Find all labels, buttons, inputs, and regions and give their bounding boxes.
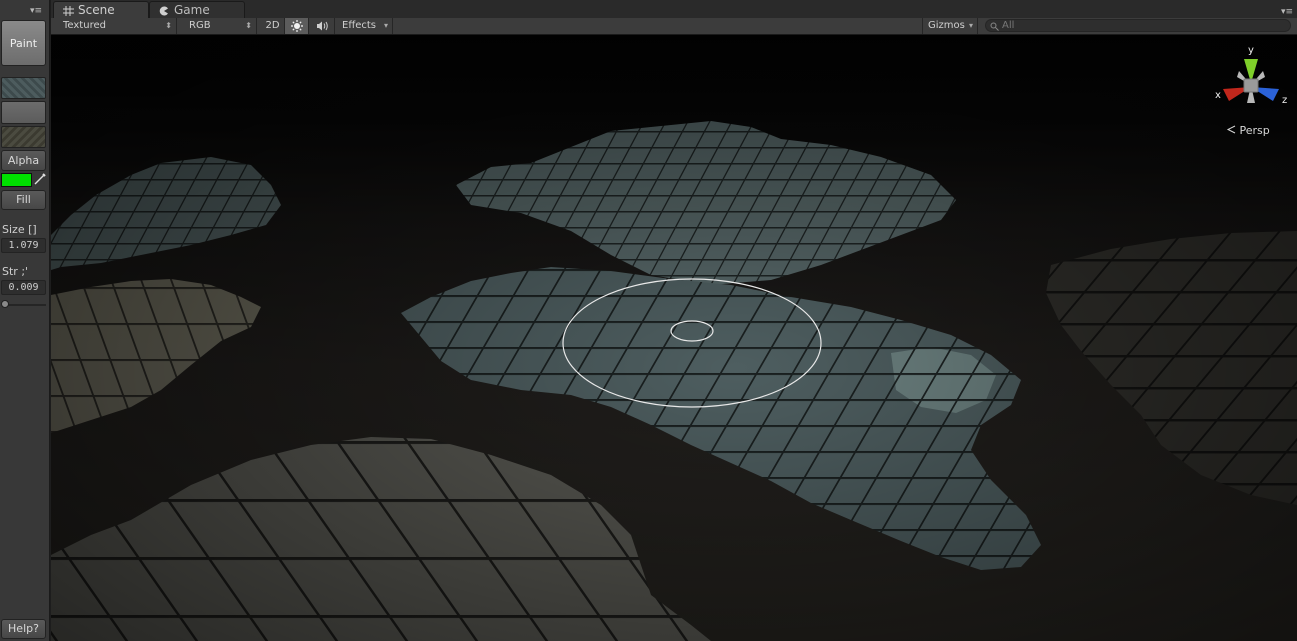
tab-bar: Scene Game ▾≡ (51, 0, 1297, 19)
spinner-arrow-icon: ⬍ (165, 21, 172, 30)
gizmos-dropdown[interactable]: Gizmos ▾ (922, 18, 978, 34)
grid-icon (63, 6, 74, 16)
projection-toggle[interactable]: Persp (1226, 124, 1270, 137)
pacman-icon (159, 6, 168, 16)
tab-game-label: Game (174, 3, 210, 17)
tab-scene[interactable]: Scene (53, 1, 149, 19)
search-icon (990, 22, 999, 31)
search-placeholder: All (1002, 20, 1015, 31)
effects-dropdown[interactable]: Effects ▾ (335, 18, 393, 34)
brush-strength-label: Str ;' (2, 265, 29, 278)
terrain-paint-panel: ▾≡ Paint Alpha Fill Size [] 1.079 Str ;'… (0, 0, 50, 641)
projection-label: Persp (1239, 124, 1270, 137)
brush-strength-field[interactable]: 0.009 (1, 280, 46, 295)
strength-slider-thumb[interactable] (1, 300, 9, 308)
texture-swatch-2[interactable] (1, 101, 46, 124)
speaker-icon (317, 21, 328, 31)
texture-swatch-1[interactable] (1, 77, 46, 99)
render-mode-value: RGB (189, 20, 211, 31)
texture-swatch-3[interactable] (1, 126, 46, 148)
paint-button[interactable]: Paint (1, 20, 46, 66)
render-mode-dropdown[interactable]: RGB ⬍ (177, 18, 257, 34)
chevron-down-icon: ▾ (383, 21, 388, 30)
tab-game[interactable]: Game (149, 1, 245, 19)
terrain-scene[interactable] (51, 35, 1297, 641)
eyedropper-icon[interactable] (33, 172, 47, 186)
scene-lighting-toggle[interactable] (285, 18, 309, 34)
scene-viewport[interactable]: y x z Persp (51, 35, 1297, 641)
spinner-arrow-icon: ⬍ (245, 21, 252, 30)
persp-chevron-icon (1226, 125, 1236, 134)
strength-slider-track[interactable] (4, 304, 46, 306)
help-button[interactable]: Help? (1, 619, 46, 639)
tab-menu-icon[interactable]: ▾≡ (1281, 8, 1293, 17)
scene-audio-toggle[interactable] (309, 18, 335, 34)
2d-mode-toggle[interactable]: 2D (261, 18, 285, 34)
scene-toolbar: Textured ⬍ RGB ⬍ 2D Effects ▾ Gizmos ▾ A… (51, 18, 1297, 35)
alpha-button[interactable]: Alpha (1, 150, 46, 171)
gizmo-z-label: z (1282, 95, 1287, 106)
chevron-down-icon: ▾ (968, 21, 973, 30)
gizmo-x-label: x (1215, 90, 1221, 101)
effects-label: Effects (342, 20, 376, 31)
brush-size-field[interactable]: 1.079 (1, 238, 46, 253)
brush-size-label: Size [] (2, 223, 37, 236)
scene-search-input[interactable]: All (985, 19, 1291, 32)
gizmo-center-cube[interactable] (1243, 78, 1259, 93)
fill-button[interactable]: Fill (1, 190, 46, 210)
paint-color-swatch[interactable] (1, 173, 32, 187)
gizmo-y-label: y (1248, 45, 1254, 56)
shading-mode-dropdown[interactable]: Textured ⬍ (51, 18, 177, 34)
panel-menu-icon[interactable]: ▾≡ (30, 7, 42, 16)
gizmos-label: Gizmos (928, 20, 965, 31)
orientation-gizmo[interactable]: y x z (1211, 43, 1291, 123)
sun-icon (291, 20, 303, 32)
shading-mode-value: Textured (63, 20, 106, 31)
tab-scene-label: Scene (78, 3, 115, 17)
vignette-overlay (51, 35, 1297, 641)
